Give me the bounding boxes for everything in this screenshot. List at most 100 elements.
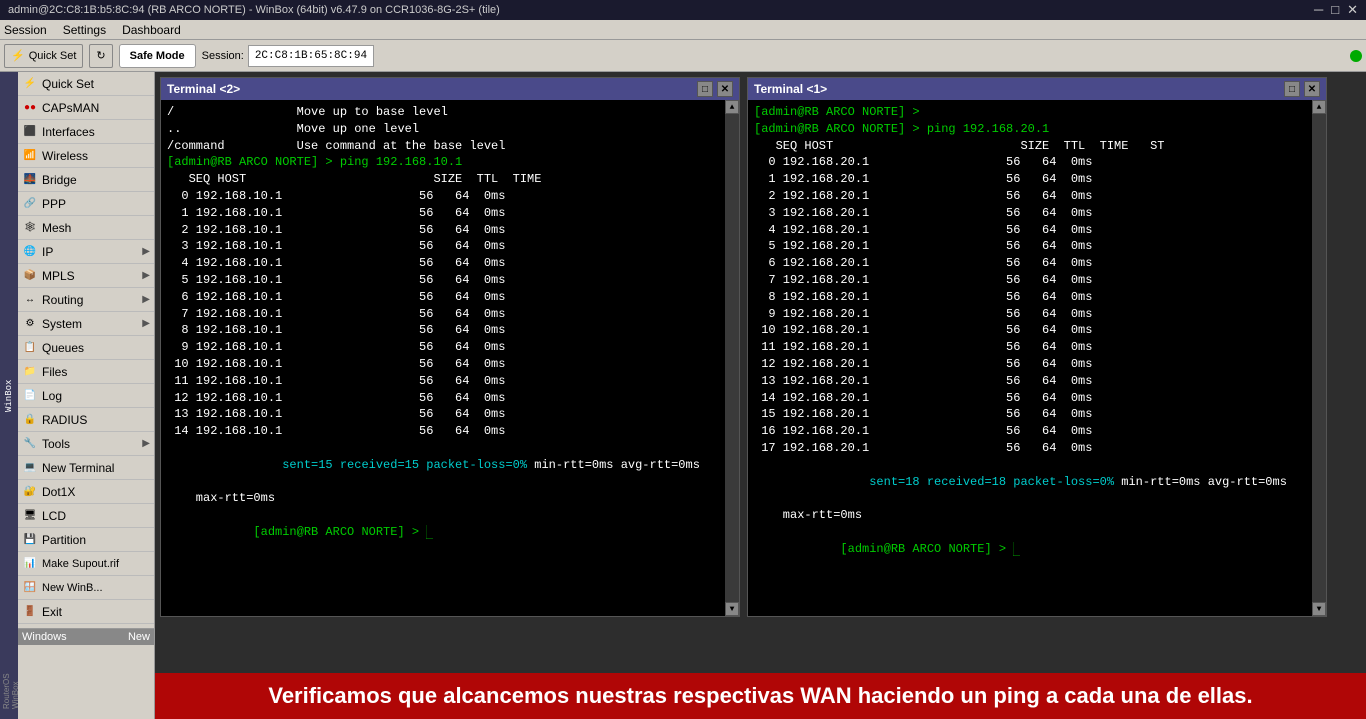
routeros-winbox-label: RouterOS WinBox bbox=[2, 649, 20, 709]
sidebar-label-bridge: Bridge bbox=[42, 173, 77, 187]
bridge-icon: 🌉 bbox=[22, 172, 38, 188]
terminal-1-body[interactable]: [admin@RB ARCO NORTE] > [admin@RB ARCO N… bbox=[748, 100, 1312, 616]
terminal-1-row: 15 192.168.20.1 56 64 0ms bbox=[754, 406, 1306, 423]
window-title: admin@2C:C8:1B:b5:8C:94 (RB ARCO NORTE) … bbox=[8, 4, 500, 16]
terminal-2-row: 12 192.168.10.1 56 64 0ms bbox=[167, 390, 719, 407]
make-supout-icon: 📊 bbox=[22, 556, 38, 572]
terminal-1-row: 12 192.168.20.1 56 64 0ms bbox=[754, 356, 1306, 373]
terminal-2-maximize[interactable]: □ bbox=[697, 81, 713, 97]
terminal-1-controls: □ ✕ bbox=[1284, 81, 1320, 97]
sidebar-item-ip[interactable]: 🌐 IP ▶ bbox=[18, 240, 154, 264]
sidebar-item-system[interactable]: ⚙ System ▶ bbox=[18, 312, 154, 336]
sidebar-item-interfaces[interactable]: ⬛ Interfaces bbox=[18, 120, 154, 144]
terminal-2-help-3: /command Use command at the base level bbox=[167, 138, 719, 155]
menu-bar: Session Settings Dashboard bbox=[0, 20, 1366, 40]
quickset-icon: ⚡ bbox=[22, 76, 38, 92]
terminal-2-title: Terminal <2> bbox=[167, 82, 240, 96]
sidebar-item-wireless[interactable]: 📶 Wireless bbox=[18, 144, 154, 168]
terminal-window-2: Terminal <2> □ ✕ / Move up to base level… bbox=[160, 77, 740, 617]
terminal-1-maxrtt: max-rtt=0ms bbox=[754, 507, 1306, 524]
terminal-1-maximize[interactable]: □ bbox=[1284, 81, 1300, 97]
sidebar-label-tools: Tools bbox=[42, 437, 70, 451]
sidebar-item-quickset[interactable]: ⚡ Quick Set bbox=[18, 72, 154, 96]
sidebar-label-log: Log bbox=[42, 389, 62, 403]
connection-status-dot bbox=[1350, 50, 1362, 62]
windows-new-button[interactable]: New bbox=[128, 631, 150, 643]
terminal-1-row: 14 192.168.20.1 56 64 0ms bbox=[754, 390, 1306, 407]
terminal-1-cursor-line: [admin@RB ARCO NORTE] > █ bbox=[754, 524, 1306, 574]
mpls-arrow: ▶ bbox=[142, 270, 150, 281]
terminal-2-scroll-down[interactable]: ▼ bbox=[725, 602, 739, 616]
ppp-icon: 🔗 bbox=[22, 196, 38, 212]
terminal-1-summary: sent=18 received=18 packet-loss=0% min-r… bbox=[754, 457, 1306, 507]
terminal-1-row: 3 192.168.20.1 56 64 0ms bbox=[754, 205, 1306, 222]
sidebar-label-mesh: Mesh bbox=[42, 221, 71, 235]
sidebar-item-queues[interactable]: 📋 Queues bbox=[18, 336, 154, 360]
sidebar-item-lcd[interactable]: 🖥 LCD bbox=[18, 504, 154, 528]
maximize-button[interactable]: □ bbox=[1331, 2, 1339, 18]
terminal-1-row: 10 192.168.20.1 56 64 0ms bbox=[754, 322, 1306, 339]
sidebar-label-lcd: LCD bbox=[42, 509, 66, 523]
terminal-1-row: 1 192.168.20.1 56 64 0ms bbox=[754, 171, 1306, 188]
sidebar-item-exit[interactable]: 🚪 Exit bbox=[18, 600, 154, 624]
terminal-2-close[interactable]: ✕ bbox=[717, 81, 733, 97]
sidebar-item-files[interactable]: 📁 Files bbox=[18, 360, 154, 384]
terminal-1-titlebar[interactable]: Terminal <1> □ ✕ bbox=[748, 78, 1326, 100]
exit-icon: 🚪 bbox=[22, 604, 38, 620]
mpls-icon: 📦 bbox=[22, 268, 38, 284]
terminal-2-help-2: .. Move up one level bbox=[167, 121, 719, 138]
terminal-1-row: 11 192.168.20.1 56 64 0ms bbox=[754, 339, 1306, 356]
sidebar-label-new-terminal: New Terminal bbox=[42, 461, 114, 475]
terminal-2-scrollbar[interactable]: ▲ ▼ bbox=[725, 100, 739, 616]
terminal-1-scroll-up[interactable]: ▲ bbox=[1312, 100, 1326, 114]
terminal-2-scroll-up[interactable]: ▲ bbox=[725, 100, 739, 114]
terminal-1-prompt: [admin@RB ARCO NORTE] > bbox=[754, 104, 1306, 121]
terminal-2-col-header: SEQ HOST SIZE TTL TIME bbox=[167, 171, 719, 188]
terminal-1-col-header: SEQ HOST SIZE TTL TIME ST bbox=[754, 138, 1306, 155]
sidebar-item-make-supout[interactable]: 📊 Make Supout.rif bbox=[18, 552, 154, 576]
sidebar-item-radius[interactable]: 🔒 RADIUS bbox=[18, 408, 154, 432]
terminal-2-body[interactable]: / Move up to base level .. Move up one l… bbox=[161, 100, 725, 616]
session-label: Session: 2C:C8:1B:65:8C:94 bbox=[202, 45, 374, 67]
sidebar-label-make-supout: Make Supout.rif bbox=[42, 558, 119, 570]
terminal-2-help-1: / Move up to base level bbox=[167, 104, 719, 121]
sidebar-item-new-winbox[interactable]: 🪟 New WinB... bbox=[18, 576, 154, 600]
interfaces-icon: ⬛ bbox=[22, 124, 38, 140]
menu-settings[interactable]: Settings bbox=[63, 23, 106, 37]
partition-icon: 💾 bbox=[22, 532, 38, 548]
terminal-2-titlebar[interactable]: Terminal <2> □ ✕ bbox=[161, 78, 739, 100]
terminal-2-row: 3 192.168.10.1 56 64 0ms bbox=[167, 238, 719, 255]
sidebar-item-mesh[interactable]: 🕸 Mesh bbox=[18, 216, 154, 240]
minimize-button[interactable]: ─ bbox=[1314, 2, 1323, 18]
sidebar-item-routing[interactable]: ↔ Routing ▶ bbox=[18, 288, 154, 312]
terminal-2-row: 4 192.168.10.1 56 64 0ms bbox=[167, 255, 719, 272]
terminal-1-scrollbar[interactable]: ▲ ▼ bbox=[1312, 100, 1326, 616]
sidebar-item-partition[interactable]: 💾 Partition bbox=[18, 528, 154, 552]
sidebar-item-mpls[interactable]: 📦 MPLS ▶ bbox=[18, 264, 154, 288]
tools-icon: 🔧 bbox=[22, 436, 38, 452]
sidebar-item-ppp[interactable]: 🔗 PPP bbox=[18, 192, 154, 216]
sidebar-item-tools[interactable]: 🔧 Tools ▶ bbox=[18, 432, 154, 456]
menu-dashboard[interactable]: Dashboard bbox=[122, 23, 181, 37]
refresh-button[interactable]: ↻ bbox=[89, 44, 112, 68]
terminal-1-title: Terminal <1> bbox=[754, 82, 827, 96]
terminal-1-close[interactable]: ✕ bbox=[1304, 81, 1320, 97]
sidebar-item-bridge[interactable]: 🌉 Bridge bbox=[18, 168, 154, 192]
routing-arrow: ▶ bbox=[142, 294, 150, 305]
sidebar-label-capsman: CAPsMAN bbox=[42, 101, 99, 115]
terminal-1-scroll-down[interactable]: ▼ bbox=[1312, 602, 1326, 616]
sidebar-label-wireless: Wireless bbox=[42, 149, 88, 163]
menu-session[interactable]: Session bbox=[4, 23, 47, 37]
routing-icon: ↔ bbox=[22, 292, 38, 308]
sidebar-item-capsman[interactable]: ●● CAPsMAN bbox=[18, 96, 154, 120]
close-button[interactable]: ✕ bbox=[1347, 2, 1358, 18]
system-arrow: ▶ bbox=[142, 318, 150, 329]
terminal-2-row: 13 192.168.10.1 56 64 0ms bbox=[167, 406, 719, 423]
sidebar-item-log[interactable]: 📄 Log bbox=[18, 384, 154, 408]
quick-set-button[interactable]: ⚡Quick Set bbox=[4, 44, 83, 68]
windows-section-header: Windows New bbox=[18, 628, 154, 645]
sidebar-item-dot1x[interactable]: 🔐 Dot1X bbox=[18, 480, 154, 504]
sidebar-label-mpls: MPLS bbox=[42, 269, 75, 283]
safe-mode-button[interactable]: Safe Mode bbox=[119, 44, 196, 68]
sidebar-item-new-terminal[interactable]: 💻 New Terminal bbox=[18, 456, 154, 480]
